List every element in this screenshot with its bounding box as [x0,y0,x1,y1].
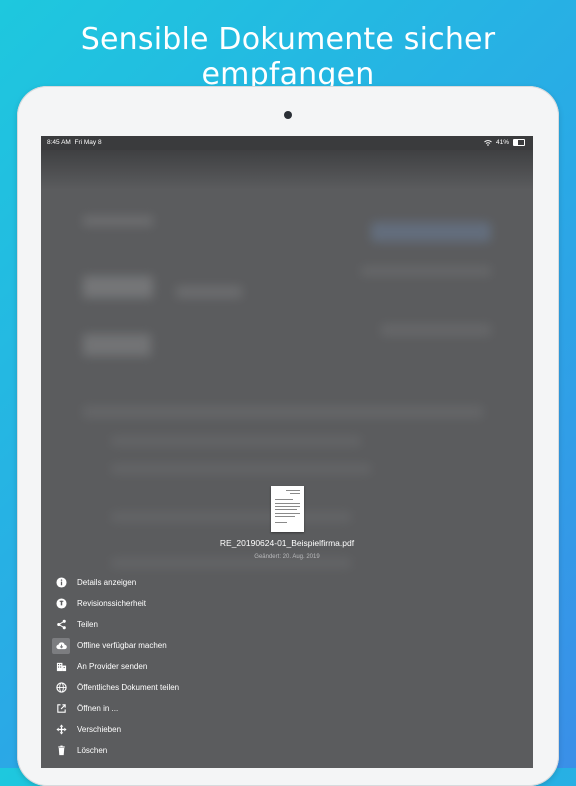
camera-dot [284,111,292,119]
battery-percent: 41% [495,139,509,146]
blurred-bg [83,334,151,356]
blurred-bg [381,324,491,336]
open-external-icon [52,701,70,717]
menu-item-provider[interactable]: An Provider senden [51,656,521,677]
revision-icon [52,596,70,612]
menu-item-offline[interactable]: Offline verfügbar machen [51,635,521,656]
headline: Sensible Dokumente sicher empfangen [80,22,496,92]
document-modified-date: Geändert: 20. Aug. 2019 [254,554,320,560]
blurred-bg [361,266,491,276]
action-menu: Details anzeigen Revisionssicherheit Tei… [51,572,521,761]
blurred-bg [111,464,371,474]
document-filename: RE_20190624-01_Beispielfirma.pdf [219,538,355,548]
menu-item-details[interactable]: Details anzeigen [51,572,521,593]
blurred-bg [176,286,242,298]
move-icon [52,722,70,738]
wifi-icon [484,139,492,146]
blurred-bg [83,216,153,226]
cloud-download-icon [52,637,70,654]
menu-item-label: An Provider senden [77,662,148,671]
share-icon [52,617,70,633]
blurred-bg [83,276,153,298]
blurred-bg [111,512,351,522]
menu-item-label: Löschen [77,746,108,755]
status-time: 8:45 AM [47,139,71,146]
top-shade [41,150,533,190]
blurred-bg [371,222,491,242]
building-icon [52,659,70,675]
battery-icon [513,139,525,146]
status-bar: 8:45 AM Fri May 8 41% [41,136,533,150]
status-date: Fri May 8 [74,139,102,146]
menu-item-share[interactable]: Teilen [51,614,521,635]
menu-item-open-in[interactable]: Öffnen in ... [51,698,521,719]
menu-item-revision[interactable]: Revisionssicherheit [51,593,521,614]
menu-item-label: Verschieben [77,725,122,734]
menu-item-public-share[interactable]: Öffentliches Dokument teilen [51,677,521,698]
menu-item-label: Revisionssicherheit [77,599,146,608]
menu-item-label: Teilen [77,620,98,629]
blurred-bg [111,436,361,446]
menu-item-move[interactable]: Verschieben [51,719,521,740]
globe-icon [52,680,70,696]
trash-icon [52,743,70,759]
menu-item-label: Öffnen in ... [77,704,119,713]
document-thumbnail[interactable] [271,486,304,532]
info-icon [52,575,70,591]
device-screen: 8:45 AM Fri May 8 41% RE_20190624-01_Bei… [41,136,533,768]
menu-item-delete[interactable]: Löschen [51,740,521,761]
menu-item-label: Öffentliches Dokument teilen [77,683,180,692]
menu-item-label: Details anzeigen [77,578,137,587]
blurred-bg [83,406,483,418]
menu-item-label: Offline verfügbar machen [77,641,167,650]
